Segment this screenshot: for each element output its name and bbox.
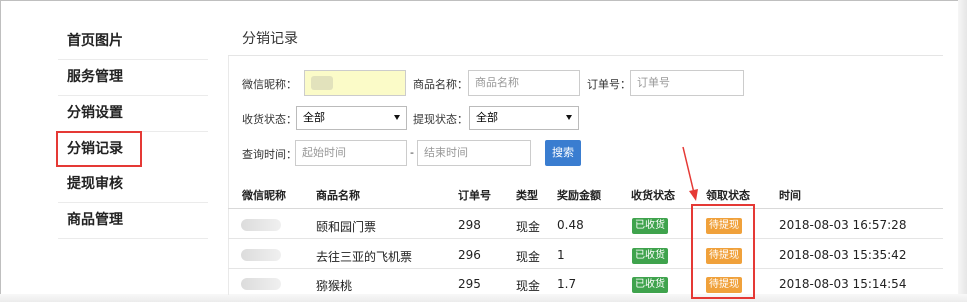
sidebar-item-distribution-records[interactable]: 分销记录 — [56, 131, 142, 167]
receive-status-badge: 已收货 — [632, 248, 668, 264]
nickname-label: 微信昵称： — [242, 78, 297, 91]
row-type: 现金 — [516, 220, 541, 234]
blurred-nickname — [241, 249, 281, 261]
end-time-input[interactable]: 结束时间 — [417, 140, 531, 166]
col-order: 订单号 — [458, 189, 491, 202]
withdraw-status-label: 提现状态： — [413, 113, 468, 126]
blurred-nickname — [311, 76, 333, 90]
search-button[interactable]: 搜索 — [545, 140, 581, 166]
sidebar-item-home-images[interactable]: 首页图片 — [58, 24, 208, 60]
col-nickname: 微信昵称 — [242, 189, 286, 202]
receive-status-label: 收货状态： — [242, 113, 297, 126]
row-time: 2018-08-03 15:35:42 — [779, 248, 907, 262]
col-receive-status: 收货状态 — [631, 189, 675, 202]
withdraw-status-value: 全部 — [476, 111, 498, 124]
sidebar-item-withdraw-review[interactable]: 提现审核 — [58, 167, 208, 203]
claim-status-highlight — [691, 204, 755, 299]
receive-status-value: 全部 — [303, 111, 325, 124]
order-input[interactable]: 订单号 — [630, 70, 744, 96]
row-product: 猕猴桃 — [316, 279, 353, 293]
row-divider — [228, 268, 943, 269]
header-divider — [228, 208, 943, 209]
row-time: 2018-08-03 15:14:54 — [779, 277, 907, 291]
annotation-arrow-icon — [682, 146, 698, 201]
withdraw-status-select[interactable]: 全部 — [469, 106, 579, 130]
row-amount: 1.7 — [557, 277, 577, 291]
product-input[interactable]: 商品名称 — [468, 70, 580, 96]
blurred-nickname — [241, 219, 281, 231]
sidebar: 首页图片 服务管理 分销设置 分销记录 提现审核 商品管理 — [56, 24, 208, 239]
row-time: 2018-08-03 16:57:28 — [779, 218, 907, 232]
row-order: 296 — [458, 248, 481, 262]
receive-status-badge: 已收货 — [632, 218, 668, 234]
right-shadow — [958, 0, 967, 302]
start-time-input[interactable]: 起始时间 — [295, 140, 407, 166]
chevron-down-icon — [566, 115, 572, 120]
row-type: 现金 — [516, 250, 541, 264]
page-title: 分销记录 — [242, 31, 298, 47]
col-time: 时间 — [779, 189, 801, 202]
col-product: 商品名称 — [316, 189, 360, 202]
chevron-down-icon — [394, 115, 400, 120]
order-label: 订单号： — [587, 78, 631, 91]
row-order: 295 — [458, 277, 481, 291]
nickname-input[interactable] — [304, 70, 406, 96]
sidebar-item-distribution-settings[interactable]: 分销设置 — [58, 96, 208, 132]
sidebar-item-service-management[interactable]: 服务管理 — [58, 60, 208, 96]
title-divider — [228, 55, 943, 56]
receive-status-select[interactable]: 全部 — [296, 106, 407, 130]
row-type: 现金 — [516, 279, 541, 293]
product-label: 商品名称： — [413, 78, 468, 91]
row-amount: 0.48 — [557, 218, 584, 232]
bottom-shadow — [0, 294, 967, 302]
receive-status-badge: 已收货 — [632, 277, 668, 293]
sidebar-item-product-management[interactable]: 商品管理 — [58, 203, 208, 239]
time-separator: - — [410, 146, 414, 159]
col-amount: 奖励金额 — [557, 189, 601, 202]
col-type: 类型 — [516, 189, 538, 202]
row-divider — [228, 238, 943, 239]
col-claim-status: 领取状态 — [706, 189, 750, 202]
row-product: 颐和园门票 — [316, 220, 377, 234]
sidebar-divider — [228, 55, 229, 295]
row-amount: 1 — [557, 248, 565, 262]
row-order: 298 — [458, 218, 481, 232]
time-label: 查询时间： — [242, 148, 297, 161]
row-product: 去往三亚的飞机票 — [316, 250, 413, 264]
blurred-nickname — [241, 278, 281, 290]
